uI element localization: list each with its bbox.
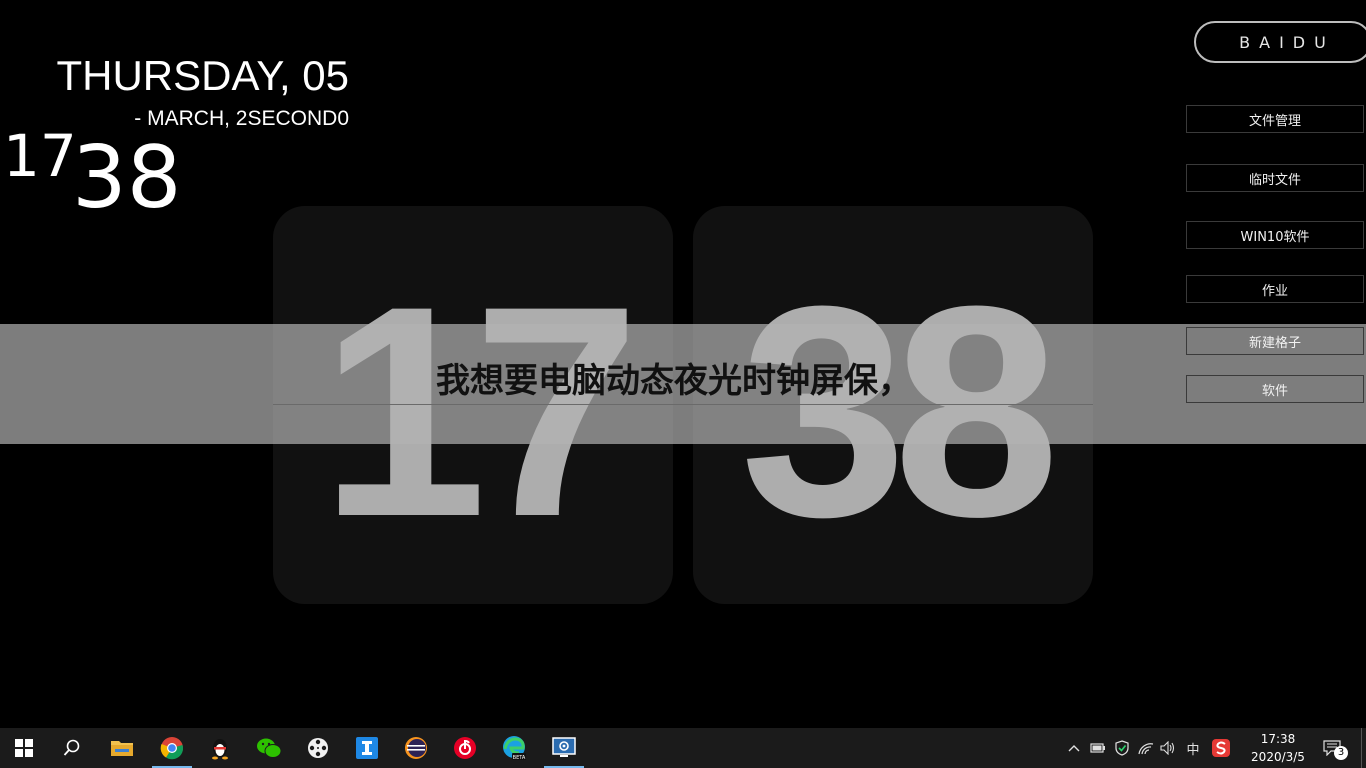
- tray-network[interactable]: [1136, 738, 1156, 758]
- wifi-icon: [1138, 743, 1154, 755]
- taskbar-file-explorer[interactable]: [98, 728, 146, 768]
- tray-battery[interactable]: [1088, 738, 1108, 758]
- chevron-up-icon: [1068, 745, 1080, 752]
- flip-card-hinge-line: [273, 404, 1093, 405]
- show-hidden-icons-chevron[interactable]: [1064, 738, 1084, 758]
- shortcut-software[interactable]: 软件: [1186, 375, 1364, 403]
- show-desktop-button[interactable]: [1361, 728, 1362, 768]
- start-button[interactable]: [0, 728, 48, 768]
- edge-beta-icon: BETA: [503, 736, 526, 761]
- wechat-icon: [257, 738, 282, 758]
- notification-count-badge: 3: [1334, 746, 1348, 760]
- chrome-icon: [160, 737, 184, 760]
- small-clock-hour: 17: [3, 122, 77, 190]
- taskbar-screensaver-app[interactable]: [540, 728, 588, 768]
- shortcut-win10-software[interactable]: WIN10软件: [1186, 221, 1364, 249]
- taskbar-time: 17:38: [1260, 732, 1296, 746]
- tray-security[interactable]: [1112, 738, 1132, 758]
- small-clock-minute: 38: [72, 128, 182, 228]
- battery-icon: [1090, 743, 1105, 753]
- taskbar-date: 2020/3/5: [1251, 750, 1305, 764]
- taskbar-chrome[interactable]: [148, 728, 196, 768]
- taskbar-eclipse[interactable]: [392, 728, 440, 768]
- speaker-icon: [1160, 741, 1175, 755]
- shield-icon: [1115, 740, 1129, 756]
- search-button[interactable]: [48, 728, 96, 768]
- banner-title: 我想要电脑动态夜光时钟屏保，: [436, 361, 912, 401]
- tray-ime-mode[interactable]: 中: [1183, 738, 1203, 758]
- windows-logo-icon: [15, 739, 33, 757]
- taskbar-edge-beta[interactable]: BETA: [490, 728, 538, 768]
- music-icon: [454, 737, 476, 759]
- svg-text:BETA: BETA: [513, 755, 526, 761]
- qq-penguin-icon: [212, 739, 228, 760]
- folder-icon: [111, 741, 133, 756]
- shortcut-new-cell[interactable]: 新建格子: [1186, 327, 1364, 355]
- weekday-date-label: THURSDAY, 05: [56, 52, 349, 99]
- sogou-icon: [1212, 739, 1230, 757]
- monitor-gear-icon: [552, 737, 576, 757]
- eclipse-icon: [405, 737, 427, 759]
- taskbar-clock[interactable]: 17:38 2020/3/5: [1243, 730, 1313, 766]
- taskbar-wechat[interactable]: [245, 728, 293, 768]
- shortcut-file-manager[interactable]: 文件管理: [1186, 105, 1364, 133]
- taskbar: BETA 中 17:38 2020/3/5 3: [0, 728, 1366, 768]
- shortcut-temp-files[interactable]: 临时文件: [1186, 164, 1364, 192]
- taskbar-media-player[interactable]: [294, 728, 342, 768]
- taskbar-netease-music[interactable]: [441, 728, 489, 768]
- film-reel-icon: [308, 738, 328, 758]
- shortcut-homework[interactable]: 作业: [1186, 275, 1364, 303]
- search-icon: [63, 739, 80, 756]
- letter-i-icon: [356, 737, 378, 759]
- baidu-button[interactable]: BAIDU: [1194, 21, 1366, 63]
- taskbar-text-app[interactable]: [343, 728, 391, 768]
- tray-volume[interactable]: [1158, 738, 1178, 758]
- tray-sogou-ime[interactable]: [1211, 738, 1231, 758]
- taskbar-qq[interactable]: [196, 728, 244, 768]
